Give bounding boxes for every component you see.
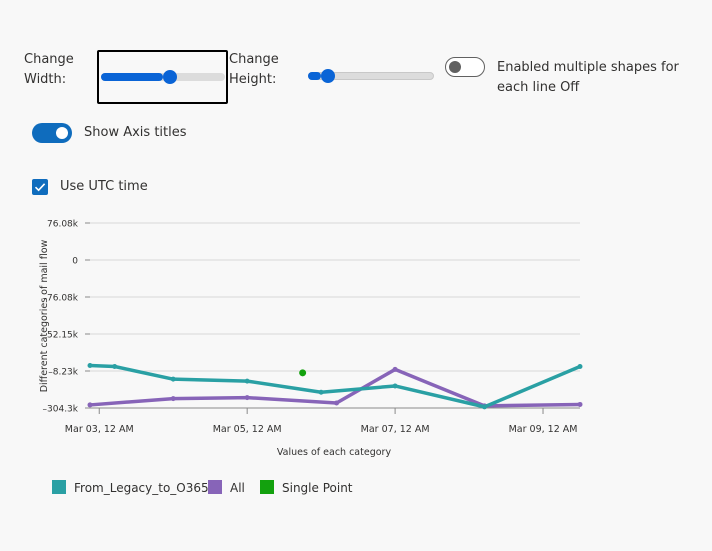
x-tick-label: Mar 09, 12 AM: [509, 424, 578, 435]
y-tick-label: –304.3k: [43, 405, 79, 415]
data-point: [334, 400, 340, 406]
data-point: [87, 363, 93, 369]
x-tick-label: Mar 05, 12 AM: [213, 424, 282, 435]
y-tick-label: 0: [72, 257, 78, 267]
x-axis-title: Values of each category: [277, 447, 392, 458]
data-point-single: [299, 369, 307, 377]
data-point: [577, 364, 583, 370]
legend-label-all[interactable]: All: [230, 480, 245, 496]
legend-swatch-all: [208, 480, 222, 494]
y-tick-label: –8.23k: [48, 368, 79, 378]
data-point: [244, 395, 250, 401]
legend-label-legacy[interactable]: From_Legacy_to_O365: [74, 480, 209, 496]
data-point: [87, 402, 93, 408]
legend-swatch-legacy: [52, 480, 66, 494]
y-tick-label: 76.08k: [47, 220, 79, 230]
data-point: [577, 401, 583, 407]
y-axis-title: Different categories of mail flow: [39, 239, 50, 392]
data-point: [392, 366, 398, 372]
legend-label-single-point[interactable]: Single Point: [282, 480, 353, 496]
chart-gridlines: [90, 222, 580, 409]
data-point: [112, 364, 118, 370]
data-point: [170, 376, 176, 382]
data-point: [170, 396, 176, 402]
legend-swatch-single-point: [260, 480, 274, 494]
line-chart: 76.08k0–76.08k–52.15k–8.23k–304.3k Mar 0…: [39, 220, 583, 458]
x-tick-label: Mar 03, 12 AM: [65, 424, 134, 435]
chart-series: [87, 363, 583, 410]
data-point: [244, 378, 250, 384]
data-point: [392, 383, 398, 389]
data-point: [481, 404, 487, 410]
series-line-all: [88, 367, 582, 408]
x-tick-label: Mar 07, 12 AM: [361, 424, 430, 435]
data-point: [318, 389, 324, 395]
x-axis: Mar 03, 12 AM Mar 05, 12 AM Mar 07, 12 AM M…: [65, 407, 580, 435]
